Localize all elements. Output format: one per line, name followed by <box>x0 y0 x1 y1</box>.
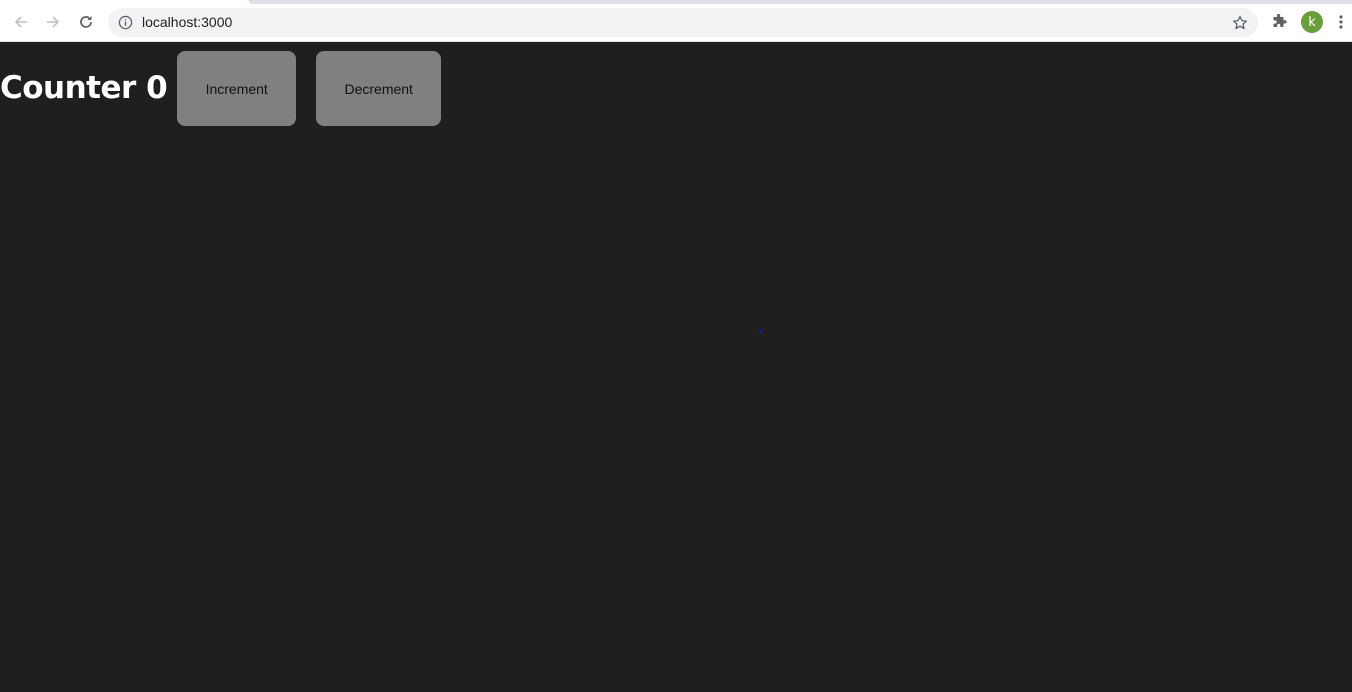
url-text[interactable]: localhost:3000 <box>142 14 232 31</box>
back-button[interactable] <box>7 8 35 36</box>
address-bar[interactable]: localhost:3000 <box>108 8 1258 37</box>
extensions-button[interactable] <box>1265 8 1293 36</box>
reload-button[interactable] <box>72 8 100 36</box>
counter-value: 0 <box>146 70 168 106</box>
arrow-right-icon <box>47 16 60 28</box>
increment-button[interactable]: Increment <box>177 51 297 126</box>
browser-toolbar: localhost:3000 k <box>0 4 1352 42</box>
browser-menu-button[interactable] <box>1330 8 1352 36</box>
bookmark-star-button[interactable] <box>1230 13 1250 33</box>
reload-icon <box>80 16 92 28</box>
arrow-left-icon <box>14 16 27 28</box>
profile-avatar[interactable]: k <box>1301 11 1323 33</box>
decrement-button[interactable]: Decrement <box>316 51 442 126</box>
forward-button[interactable] <box>39 8 67 36</box>
counter-label: Counter <box>0 70 136 106</box>
counter-row: Counter 0 Increment Decrement <box>0 51 442 126</box>
star-icon <box>1232 15 1248 30</box>
vertical-dots-icon <box>1339 15 1343 29</box>
puzzle-icon <box>1273 14 1287 27</box>
page-content: Counter 0 Increment Decrement <box>0 42 1352 692</box>
counter-heading: Counter 0 <box>0 51 168 126</box>
cursor-dot <box>759 329 763 333</box>
site-info-icon[interactable] <box>118 15 133 30</box>
